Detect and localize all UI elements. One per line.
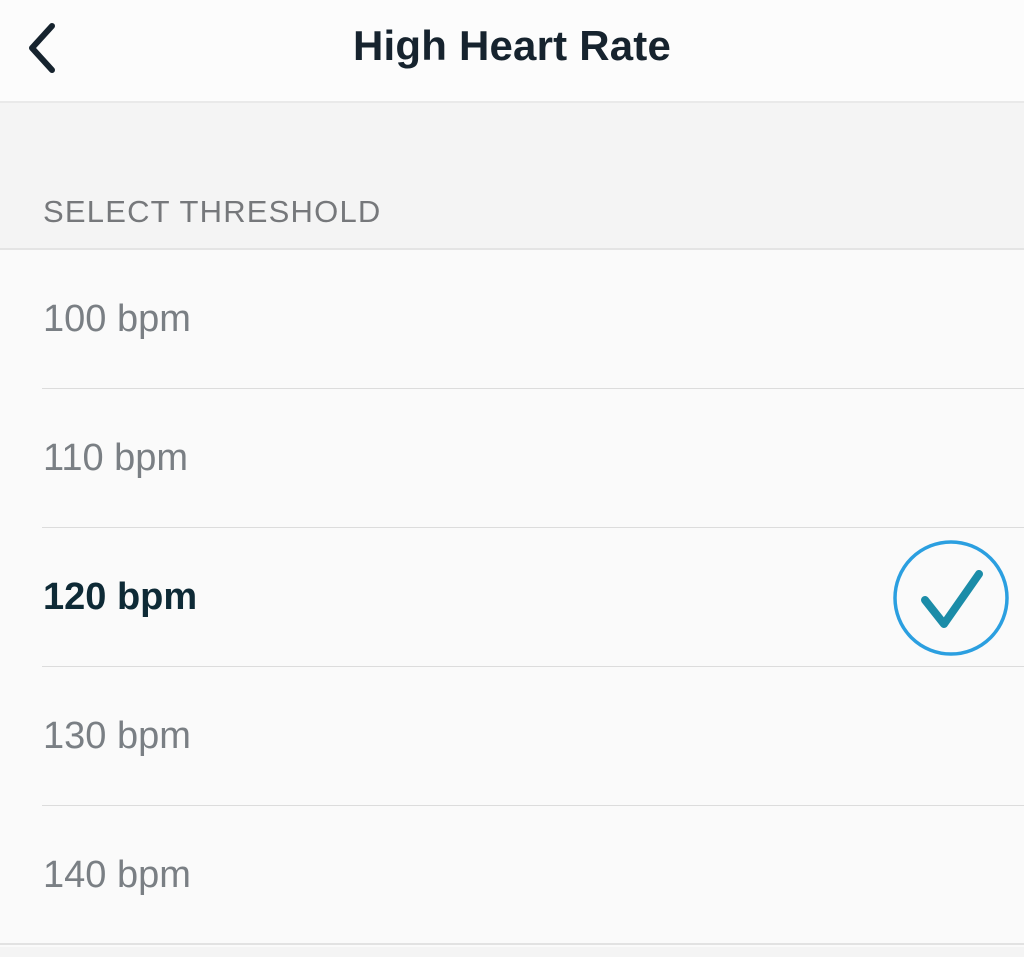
option-label: 140 bpm [43, 854, 191, 896]
section-header-area: SELECT THRESHOLD [0, 103, 1024, 250]
option-label: 130 bpm [43, 715, 191, 757]
option-label: 110 bpm [43, 437, 189, 479]
option-label: 100 bpm [43, 298, 191, 340]
checkmark-circle-icon [893, 540, 1009, 656]
threshold-option-100[interactable]: 100 bpm [0, 250, 1024, 389]
threshold-option-110[interactable]: 110 bpm [0, 389, 1024, 528]
threshold-options-list: 100 bpm 110 bpm 120 bpm 130 bpm 140 bpm [0, 250, 1024, 945]
threshold-option-130[interactable]: 130 bpm [0, 667, 1024, 806]
option-label: 120 bpm [43, 576, 198, 618]
bottom-background [0, 947, 1024, 957]
threshold-option-120[interactable]: 120 bpm [0, 528, 1024, 667]
page-title: High Heart Rate [352, 22, 672, 69]
threshold-option-140[interactable]: 140 bpm [0, 806, 1024, 945]
section-header: SELECT THRESHOLD [43, 194, 382, 229]
navigation-bar: High Heart Rate [0, 0, 1024, 103]
